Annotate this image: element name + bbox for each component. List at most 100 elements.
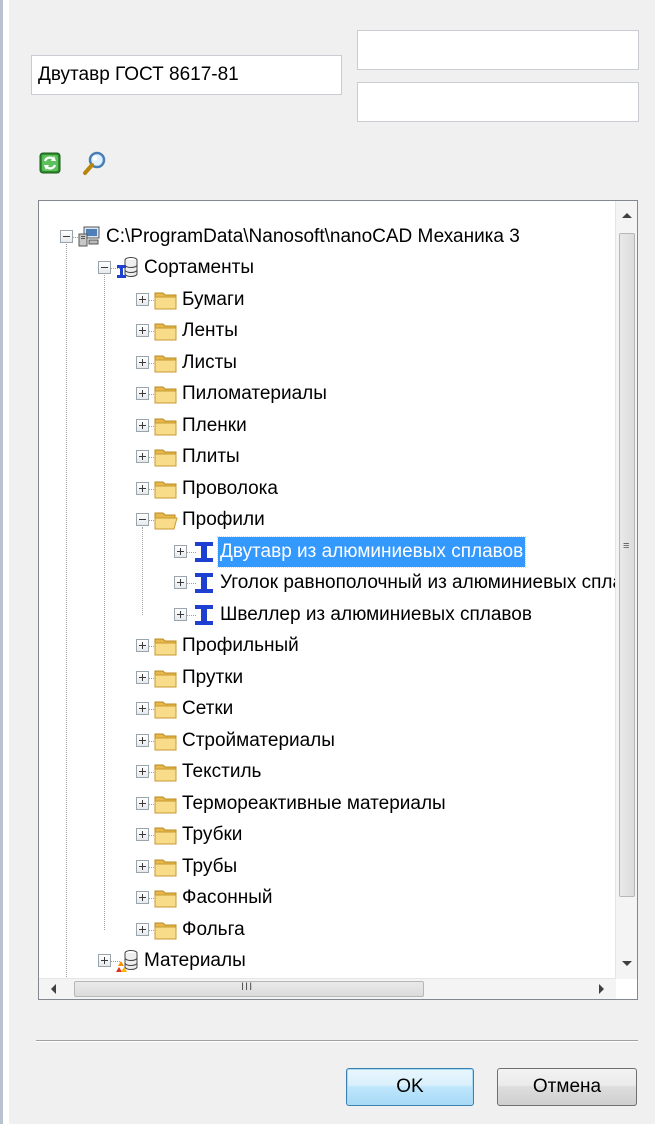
expand-icon[interactable] bbox=[136, 324, 149, 337]
i-beam-icon bbox=[192, 571, 216, 595]
collapse-icon[interactable] bbox=[98, 261, 111, 274]
tree-item-folder[interactable]: Сетки bbox=[39, 694, 614, 724]
expand-icon[interactable] bbox=[136, 702, 149, 715]
tree-item-profile[interactable]: Швеллер из алюминиевых сплавов bbox=[39, 600, 614, 630]
expand-icon[interactable] bbox=[136, 796, 149, 810]
tree-item-folder[interactable]: Профильный bbox=[39, 631, 614, 661]
tree-item-label: Фасонный bbox=[182, 887, 273, 908]
tree-item-label: Швеллер из алюминиевых сплавов bbox=[220, 603, 532, 625]
top-field-2[interactable] bbox=[357, 82, 639, 122]
tree-item-folder[interactable]: Фольга bbox=[39, 915, 614, 945]
tree-item-folder[interactable]: Листы bbox=[39, 348, 614, 378]
vertical-scroll-thumb[interactable]: ≡ bbox=[619, 233, 635, 897]
magnifier-icon[interactable] bbox=[82, 150, 108, 176]
tree-item-label: Пиломатериалы bbox=[182, 383, 327, 404]
folder-icon bbox=[154, 697, 178, 721]
folder-icon bbox=[154, 855, 178, 879]
folder-icon bbox=[154, 792, 178, 816]
tree-item-root[interactable]: C:\ProgramData\Nanosoft\nanoCAD Механика… bbox=[39, 222, 614, 252]
collapse-icon[interactable] bbox=[136, 513, 149, 526]
folder-icon bbox=[154, 886, 178, 910]
refresh-icon[interactable] bbox=[39, 152, 61, 174]
grip-icon: ≡ bbox=[623, 540, 631, 552]
expand-icon[interactable] bbox=[136, 828, 149, 841]
tree-item-label: Фольга bbox=[182, 918, 245, 940]
expand-icon[interactable] bbox=[136, 450, 149, 463]
tree-item-folder[interactable]: Пиломатериалы bbox=[39, 379, 614, 409]
tree-item-folder[interactable]: Прутки bbox=[39, 663, 614, 693]
tree-item-label: Проволока bbox=[182, 477, 278, 499]
scroll-down-arrow[interactable] bbox=[622, 961, 632, 966]
tree-item-folder[interactable]: Ленты bbox=[39, 316, 614, 346]
tree-connector bbox=[66, 243, 67, 993]
expand-icon[interactable] bbox=[136, 387, 149, 400]
tree-item-folder[interactable]: Плиты bbox=[39, 442, 614, 472]
tree-item-label: Сетки bbox=[182, 698, 234, 719]
expand-icon[interactable] bbox=[136, 765, 149, 778]
tree-item-folder[interactable]: Текстиль bbox=[39, 757, 614, 787]
tree-item-label: Стройматериалы bbox=[182, 729, 335, 751]
tree-item-label: Уголок равнополочный из алюминиевых спла… bbox=[220, 572, 638, 593]
scroll-up-arrow[interactable] bbox=[622, 213, 632, 218]
tree-item-materials[interactable]: Материалы bbox=[39, 946, 614, 976]
tree-item-folder[interactable]: Пленки bbox=[39, 411, 614, 441]
expand-icon[interactable] bbox=[98, 954, 111, 967]
folder-icon bbox=[154, 319, 178, 343]
vertical-scrollbar[interactable]: ≡ bbox=[615, 201, 637, 979]
folder-icon bbox=[154, 382, 178, 406]
expand-icon[interactable] bbox=[136, 639, 149, 652]
tree-item-profile[interactable]: Уголок равнополочный из алюминиевых спла… bbox=[39, 568, 637, 598]
tree-item-label: Профили bbox=[182, 509, 265, 530]
grip-icon: III bbox=[241, 981, 254, 993]
materials-db-icon bbox=[116, 949, 140, 973]
expand-icon[interactable] bbox=[136, 481, 149, 495]
tree-item-label: Бумаги bbox=[182, 288, 245, 310]
tree-item-folder[interactable]: Термореактивные материалы bbox=[39, 789, 614, 819]
tree-item-folder[interactable]: Стройматериалы bbox=[39, 726, 614, 756]
tree-item-label: Ленты bbox=[182, 320, 238, 341]
standard-name-field[interactable]: Двутавр ГОСТ 8617-81 bbox=[31, 55, 342, 95]
scroll-left-arrow[interactable] bbox=[51, 984, 56, 994]
collapse-icon[interactable] bbox=[60, 229, 73, 243]
tree-item-label: Двутавр из алюминиевых сплавов bbox=[216, 535, 527, 568]
expand-icon[interactable] bbox=[174, 576, 187, 589]
expand-icon[interactable] bbox=[174, 544, 187, 558]
tree-item-label: Пленки bbox=[182, 414, 247, 436]
folder-icon bbox=[154, 729, 178, 753]
cancel-button[interactable]: Отмена bbox=[497, 1068, 637, 1106]
tree-item-profile[interactable]: Двутавр из алюминиевых сплавов bbox=[39, 535, 614, 568]
scroll-right-arrow[interactable] bbox=[599, 984, 604, 994]
tree-item-label: Профильный bbox=[182, 635, 299, 656]
expand-icon[interactable] bbox=[174, 607, 187, 621]
horizontal-scroll-thumb[interactable]: III bbox=[74, 981, 424, 997]
tree-item-folder[interactable]: Проволока bbox=[39, 474, 614, 504]
tree-view[interactable]: C:\ProgramData\Nanosoft\nanoCAD Механика… bbox=[38, 200, 638, 1000]
expand-icon[interactable] bbox=[136, 355, 149, 369]
expand-icon[interactable] bbox=[136, 859, 149, 873]
tree-item-folder[interactable]: Бумаги bbox=[39, 285, 614, 315]
tree-item-sortaments[interactable]: Сортаменты bbox=[39, 253, 614, 283]
i-beam-icon bbox=[192, 540, 216, 564]
tree-item-folder[interactable]: Фасонный bbox=[39, 883, 614, 913]
tree-item-folder[interactable]: Профили bbox=[39, 505, 614, 535]
tree-item-label: Трубы bbox=[182, 855, 238, 877]
expand-icon[interactable] bbox=[136, 891, 149, 904]
tree-connector bbox=[142, 526, 143, 615]
tree-item-label: Сортаменты bbox=[144, 257, 254, 278]
folder-icon bbox=[154, 760, 178, 784]
horizontal-scrollbar[interactable]: III bbox=[39, 978, 616, 999]
tree-item-folder[interactable]: Трубки bbox=[39, 820, 614, 850]
ok-button[interactable]: OK bbox=[346, 1068, 474, 1106]
tree-item-label: C:\ProgramData\Nanosoft\nanoCAD Механика… bbox=[106, 225, 520, 247]
expand-icon[interactable] bbox=[136, 670, 149, 684]
expand-icon[interactable] bbox=[136, 418, 149, 432]
expand-icon[interactable] bbox=[136, 733, 149, 747]
tree-item-label: Плиты bbox=[182, 446, 240, 467]
expand-icon[interactable] bbox=[136, 292, 149, 306]
expand-icon[interactable] bbox=[136, 922, 149, 936]
tree-item-folder[interactable]: Трубы bbox=[39, 852, 614, 882]
top-field-1[interactable] bbox=[357, 30, 639, 70]
tree-item-label: Листы bbox=[182, 351, 237, 373]
folder-icon bbox=[154, 634, 178, 658]
tree-item-label: Материалы bbox=[144, 950, 246, 971]
